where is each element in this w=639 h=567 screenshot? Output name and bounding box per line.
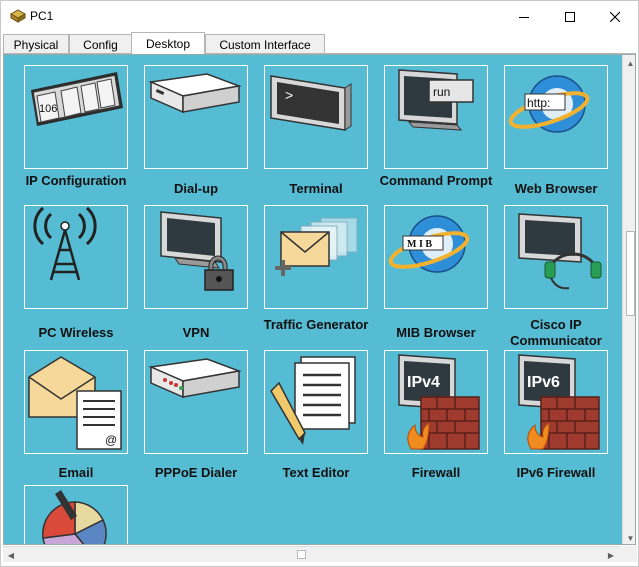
app-label: IPv6 Firewall — [516, 465, 596, 480]
svg-text:>: > — [285, 87, 293, 103]
pppoe-modem-icon — [148, 358, 242, 399]
minimize-button[interactable] — [501, 1, 547, 32]
vpn-tile[interactable] — [144, 205, 248, 309]
vertical-scroll-thumb[interactable] — [626, 231, 635, 316]
web-browser-tile[interactable]: http: — [504, 65, 608, 169]
tab-physical[interactable]: Physical — [3, 34, 69, 54]
svg-text:M I B: M I B — [407, 239, 432, 250]
horizontal-scrollbar[interactable]: ◀ ▶ — [3, 546, 619, 562]
text-editor-tile[interactable] — [264, 350, 368, 454]
application-window: PC1 Physical Config Desktop Custom Inter… — [0, 0, 639, 567]
close-button[interactable] — [592, 1, 638, 32]
pc-wireless-tile[interactable] — [24, 205, 128, 309]
router-icon — [9, 8, 27, 24]
app-label: Dial-up — [173, 181, 219, 196]
vertical-scrollbar[interactable]: ▲ ▼ — [622, 55, 635, 544]
firewall-icon: IPv4 — [398, 354, 480, 450]
command-prompt-icon: run — [398, 69, 474, 131]
dial-up-tile[interactable] — [144, 65, 248, 169]
title-bar[interactable]: PC1 — [1, 1, 638, 32]
app-label: IP Configuration — [25, 173, 127, 188]
app-label: Command Prompt — [379, 173, 493, 188]
traffic-generator-icon — [275, 217, 358, 276]
web-browser-icon: http: — [508, 75, 590, 133]
ipv6-firewall-tile[interactable]: IPv6 — [504, 350, 608, 454]
app-label: Traffic Generator — [263, 317, 369, 332]
mib-browser-tile[interactable]: M I B — [384, 205, 488, 309]
maximize-button[interactable] — [547, 1, 593, 32]
tab-config[interactable]: Config — [69, 34, 132, 54]
headset-icon — [518, 213, 602, 290]
command-prompt-tile[interactable]: run — [384, 65, 488, 169]
app-label: PC Wireless — [38, 325, 114, 340]
app-label: VPN — [182, 325, 210, 340]
tab-bar: Physical Config Desktop Custom Interface — [1, 32, 638, 54]
svg-text:run: run — [433, 85, 450, 99]
scroll-down-arrow[interactable]: ▼ — [623, 530, 635, 544]
ipv6-firewall-icon: IPv6 — [518, 354, 600, 450]
scrollbar-corner — [619, 546, 637, 562]
svg-text:IPv4: IPv4 — [407, 374, 440, 391]
pie-chart-icon — [42, 490, 107, 544]
svg-text:@: @ — [105, 433, 117, 447]
tab-custom-interface[interactable]: Custom Interface — [205, 34, 325, 54]
ip-configuration-icon: 106 — [31, 72, 123, 126]
pppoe-dialer-tile[interactable] — [144, 350, 248, 454]
svg-text:IPv6: IPv6 — [527, 374, 560, 391]
app-label: Text Editor — [282, 465, 350, 480]
svg-text:106: 106 — [39, 103, 57, 115]
maximize-icon — [565, 11, 575, 22]
minimize-icon — [519, 12, 529, 22]
modem-icon — [148, 73, 242, 114]
window-title: PC1 — [30, 9, 54, 23]
scroll-up-arrow[interactable]: ▲ — [623, 55, 635, 71]
app-label: Cisco IP Communicator — [510, 317, 602, 348]
app-label: MIB Browser — [396, 325, 476, 340]
svg-text:http:: http: — [527, 96, 550, 110]
vpn-lock-icon — [160, 211, 234, 291]
desktop-area: 106 IP Configuration Dial-up > Terminal … — [4, 55, 622, 544]
email-tile[interactable]: @ — [24, 350, 128, 454]
ip-configuration-tile[interactable]: 106 — [24, 65, 128, 169]
email-icon: @ — [28, 356, 122, 450]
horizontal-scroll-thumb[interactable] — [297, 550, 306, 559]
tab-desktop[interactable]: Desktop — [131, 32, 205, 54]
app-label: Firewall — [411, 465, 461, 480]
text-editor-icon — [270, 356, 356, 445]
traffic-generator-tile[interactable] — [264, 205, 368, 309]
wireless-tower-icon — [33, 206, 97, 281]
scroll-right-arrow[interactable]: ▶ — [603, 547, 619, 563]
app-label: Terminal — [289, 181, 343, 196]
app-label: Email — [58, 465, 94, 480]
app-label: Web Browser — [514, 181, 598, 196]
pie-chart-tile[interactable] — [24, 485, 128, 544]
terminal-tile[interactable]: > — [264, 65, 368, 169]
scroll-left-arrow[interactable]: ◀ — [3, 547, 19, 563]
firewall-tile[interactable]: IPv4 — [384, 350, 488, 454]
app-label: PPPoE Dialer — [154, 465, 238, 480]
mib-browser-icon: M I B — [388, 215, 470, 273]
close-icon — [610, 11, 620, 22]
terminal-icon: > — [270, 75, 352, 131]
desktop-panel: 106 IP Configuration Dial-up > Terminal … — [3, 54, 636, 545]
cisco-ip-communicator-tile[interactable] — [504, 205, 608, 309]
